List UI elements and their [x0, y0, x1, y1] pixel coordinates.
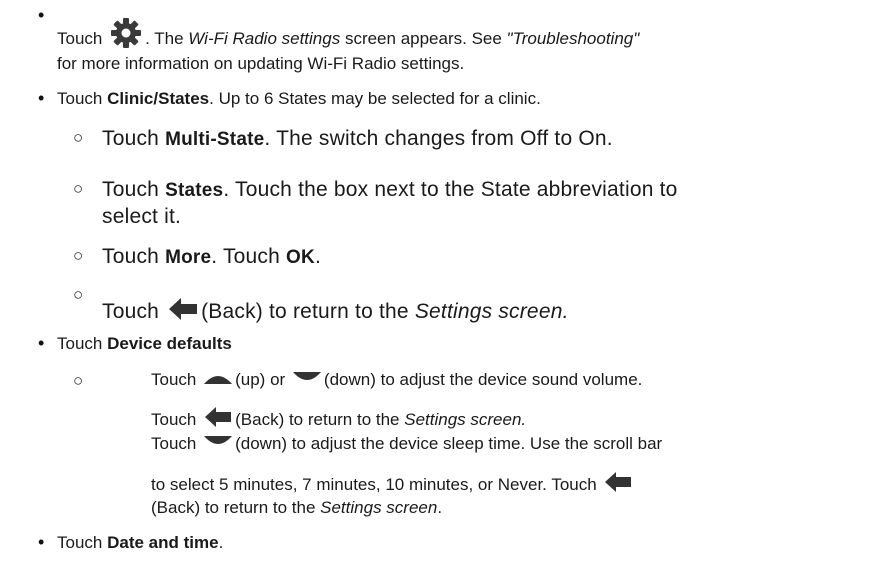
- text: Touch: [102, 127, 166, 150]
- back-arrow-icon: [169, 298, 198, 320]
- emphasis: Settings screen.: [414, 300, 569, 323]
- device-sleep-line-2: to select 5 minutes, 7 minutes, 10 minut…: [151, 471, 635, 495]
- text: Touch: [102, 178, 166, 201]
- text: Touch: [102, 245, 166, 268]
- back-arrow-icon: [605, 472, 632, 492]
- text: .: [218, 533, 224, 552]
- text: (Back) to return to the: [151, 498, 321, 517]
- text: Touch: [102, 300, 160, 323]
- device-back-line: Touch (Back) to return to the Settings s…: [151, 406, 526, 430]
- text: Touch: [151, 370, 197, 389]
- down-triangle-icon: [292, 372, 321, 380]
- bullet: •: [38, 88, 45, 108]
- sub-bullet: ○: [73, 285, 84, 304]
- text: (Back) to return to the: [235, 410, 405, 429]
- text: (Back) to return to the: [201, 300, 415, 323]
- back-arrow-icon: [205, 407, 232, 427]
- text: Touch: [57, 533, 108, 552]
- bold-label: Device defaults: [107, 334, 232, 353]
- down-triangle-icon: [204, 436, 233, 444]
- up-triangle-icon: [204, 376, 233, 384]
- wifi-line-2: for more information on updating Wi-Fi R…: [57, 54, 465, 73]
- date-line: Touch Date and time.: [57, 533, 223, 553]
- device-sleep-line-1: Touch (down) to adjust the device sleep …: [151, 434, 662, 454]
- text: . The switch changes from Off to On.: [264, 127, 613, 150]
- more-line: Touch More. Touch OK.: [102, 245, 321, 269]
- text: (down) to adjust the device sleep time. …: [235, 434, 663, 453]
- text: Touch: [151, 434, 197, 453]
- bold-label: States: [165, 180, 224, 201]
- sub-bullet: ○: [73, 179, 84, 198]
- bold-label: Clinic/States: [107, 89, 210, 108]
- sub-bullet: ○: [73, 371, 84, 390]
- text: (up) or: [235, 370, 286, 389]
- text: .: [437, 498, 443, 517]
- wifi-line-1: Touch . The Wi-Fi Radio settings screen …: [57, 16, 639, 50]
- text: . The: [145, 29, 189, 48]
- gear-icon: [111, 18, 142, 48]
- back-line: Touch (Back) to return to the Settings s…: [102, 296, 569, 324]
- text: Touch: [151, 410, 197, 429]
- sub-bullet: ○: [73, 128, 84, 147]
- text: Touch: [57, 29, 103, 48]
- emphasis: Wi-Fi Radio settings: [188, 29, 341, 48]
- emphasis: Settings screen: [320, 498, 438, 517]
- states-line-2: select it.: [102, 205, 182, 228]
- states-line-1: Touch States. Touch the box next to the …: [102, 178, 678, 202]
- bullet: •: [38, 5, 45, 25]
- text: screen appears. See: [340, 29, 507, 48]
- instruction-page: • Touch . The Wi-Fi Radio settings scree…: [0, 0, 876, 566]
- cross-reference: "Troubleshooting": [506, 29, 640, 48]
- bold-label: OK: [286, 247, 315, 268]
- text: .: [314, 245, 321, 268]
- text: . Up to 6 States may be selected for a c…: [209, 89, 541, 108]
- device-volume-line: Touch (up) or (down) to adjust the devic…: [151, 370, 642, 390]
- emphasis: Settings screen.: [404, 410, 527, 429]
- device-sleep-line-3: (Back) to return to the Settings screen.: [151, 498, 442, 518]
- text: Touch: [57, 334, 108, 353]
- bold-label: Multi-State: [165, 129, 265, 150]
- device-line: Touch Device defaults: [57, 334, 232, 354]
- text: (down) to adjust the device sound volume…: [323, 370, 643, 389]
- text: to select 5 minutes, 7 minutes, 10 minut…: [151, 475, 597, 494]
- text: . Touch: [211, 245, 287, 268]
- sub-bullet: ○: [73, 246, 84, 265]
- multistate-line: Touch Multi-State. The switch changes fr…: [102, 127, 613, 151]
- bold-label: More: [165, 247, 212, 268]
- bold-label: Date and time: [107, 533, 219, 552]
- text: Touch: [57, 89, 108, 108]
- text: . Touch the box next to the State abbrev…: [223, 178, 678, 201]
- bullet: •: [38, 333, 45, 353]
- bullet: •: [38, 532, 45, 552]
- clinic-line: Touch Clinic/States. Up to 6 States may …: [57, 89, 541, 109]
